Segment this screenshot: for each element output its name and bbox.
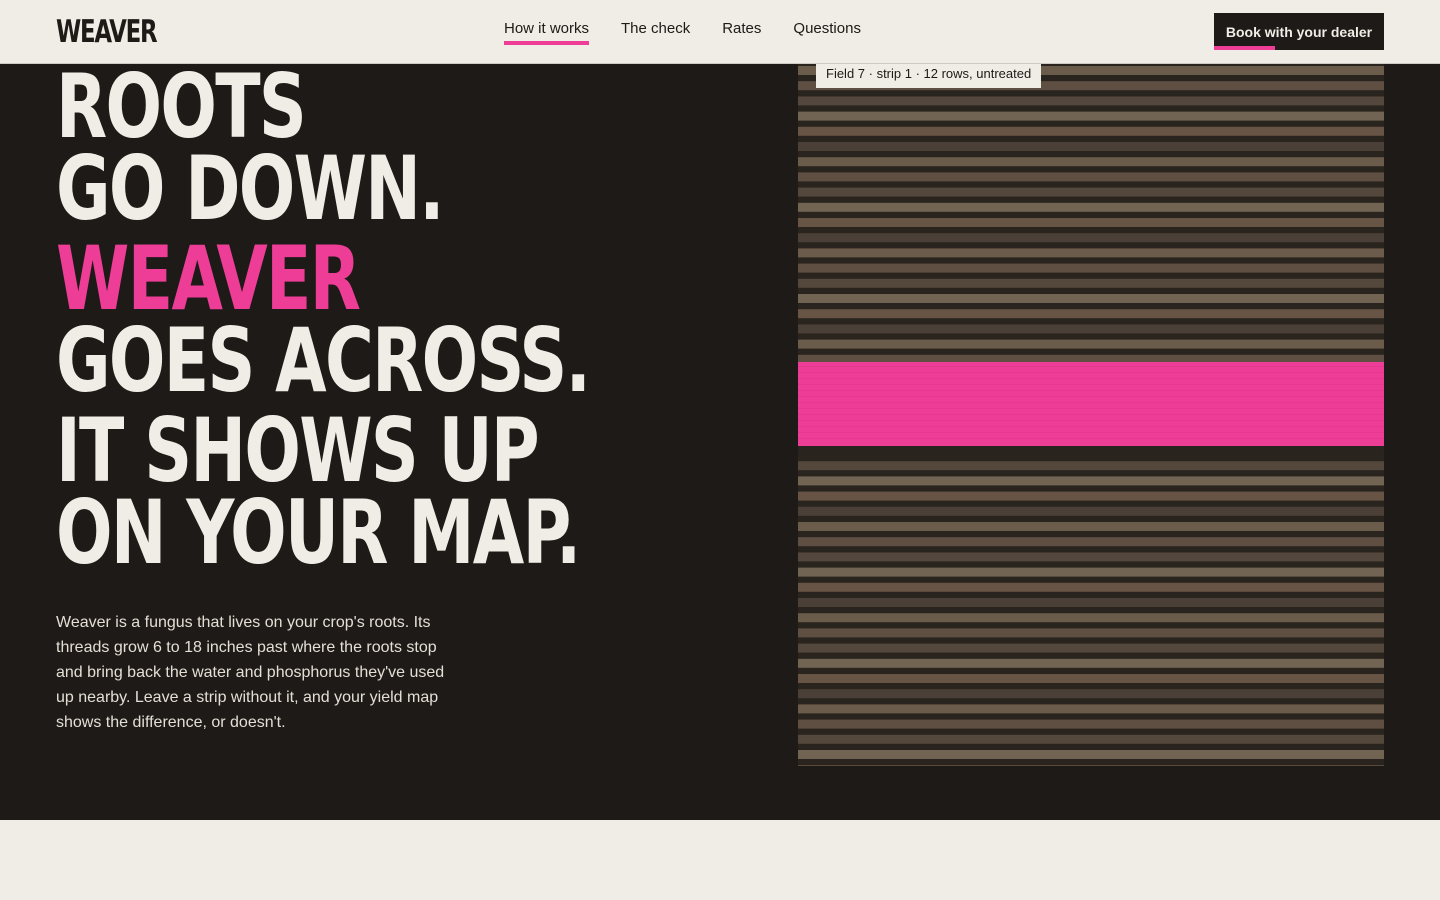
field-row-stripe [798, 522, 1384, 531]
nav-item-the-check[interactable]: The check [621, 20, 690, 43]
field-row-stripe [798, 582, 1384, 592]
untreated-strip-row-line [798, 414, 1384, 415]
book-with-dealer-label: Book with your dealer [1225, 23, 1373, 40]
field-row-stripe [798, 142, 1384, 151]
hero-section: ROOTS GO DOWN. WEAVER GOES ACROSS. IT SH… [0, 64, 1440, 820]
field-row-stripe [798, 172, 1384, 182]
untreated-strip-row-line [798, 426, 1384, 427]
field-row-stripe [798, 704, 1384, 714]
field-row-stripe [798, 187, 1384, 197]
top-navigation-bar: WEAVER How it works The check Rates Ques… [0, 0, 1440, 64]
untreated-strip-row-line [798, 408, 1384, 409]
untreated-strip-row-line [798, 402, 1384, 403]
headline-line-2: GO DOWN. [56, 137, 445, 240]
page-footer-band [0, 820, 1440, 900]
field-row-stripe [798, 263, 1384, 273]
field-row-stripe [798, 126, 1384, 136]
main-nav: How it works The check Rates Questions [504, 20, 861, 45]
field-row-stripe [798, 643, 1384, 653]
field-row-stripe [798, 233, 1384, 243]
hero-headline: ROOTS GO DOWN. WEAVER GOES ACROSS. IT SH… [56, 64, 591, 584]
field-row-stripe [798, 689, 1384, 699]
yield-map: Field 7 · strip 1 · 12 rows, untreated [798, 64, 1384, 766]
field-row-stripe [798, 506, 1384, 516]
field-row-stripe [798, 339, 1384, 349]
nav-item-rates[interactable]: Rates [722, 20, 761, 43]
field-row-stripe [798, 658, 1384, 668]
hero-body-copy: Weaver is a fungus that lives on your cr… [56, 614, 445, 731]
untreated-strip-row-line [798, 372, 1384, 373]
field-row-stripe [798, 537, 1384, 547]
untreated-strip-highlight [798, 362, 1384, 446]
field-row-stripe [798, 218, 1384, 227]
field-row-stripe [798, 278, 1384, 288]
untreated-strip-row-line [798, 420, 1384, 421]
field-row-stripe [798, 552, 1384, 562]
yield-map-stripes [798, 64, 1384, 766]
untreated-strip-row-line [798, 396, 1384, 397]
cta-accent-bar [1214, 46, 1275, 50]
field-row-stripe [798, 765, 1384, 766]
field-row-stripe [798, 598, 1384, 607]
field-row-stripe [798, 628, 1384, 638]
field-row-stripe [798, 248, 1384, 258]
untreated-strip-row-line [798, 432, 1384, 433]
headline-line-1: ROOTS [56, 64, 307, 158]
field-row-stripe [798, 294, 1384, 303]
field-row-stripe [798, 111, 1384, 121]
untreated-strip-row-line [798, 390, 1384, 391]
headline-line-4: GOES ACROSS. [56, 309, 591, 412]
field-row-stripe [798, 157, 1384, 167]
field-row-stripe [798, 309, 1384, 319]
field-row-stripe [798, 613, 1384, 623]
field-row-stripe [798, 750, 1384, 759]
field-row-stripe [798, 461, 1384, 471]
weaver-logo[interactable]: WEAVER [56, 14, 158, 50]
nav-item-how-it-works[interactable]: How it works [504, 20, 590, 45]
field-row-stripe [798, 324, 1384, 334]
field-row-stripe [798, 491, 1384, 501]
nav-item-questions[interactable]: Questions [793, 20, 861, 43]
untreated-strip-row-line [798, 438, 1384, 439]
untreated-strip-row-line [798, 366, 1384, 367]
untreated-strip-row-line [798, 378, 1384, 379]
field-row-stripe [798, 734, 1384, 744]
field-row-stripe [798, 674, 1384, 683]
field-row-stripe [798, 567, 1384, 577]
field-row-stripe [798, 476, 1384, 486]
field-row-stripe [798, 96, 1384, 106]
headline-line-5: IT SHOWS UP [56, 399, 540, 502]
field-row-stripe [798, 719, 1384, 729]
field-row-stripe [798, 202, 1384, 212]
headline-line-6: ON YOUR MAP. [56, 481, 581, 584]
untreated-strip-row-line [798, 384, 1384, 385]
headline-line-3-accent: WEAVER [56, 227, 361, 330]
yield-map-label: Field 7 · strip 1 · 12 rows, untreated [816, 64, 1042, 88]
book-with-dealer-button[interactable]: Book with your dealer [1214, 13, 1384, 50]
